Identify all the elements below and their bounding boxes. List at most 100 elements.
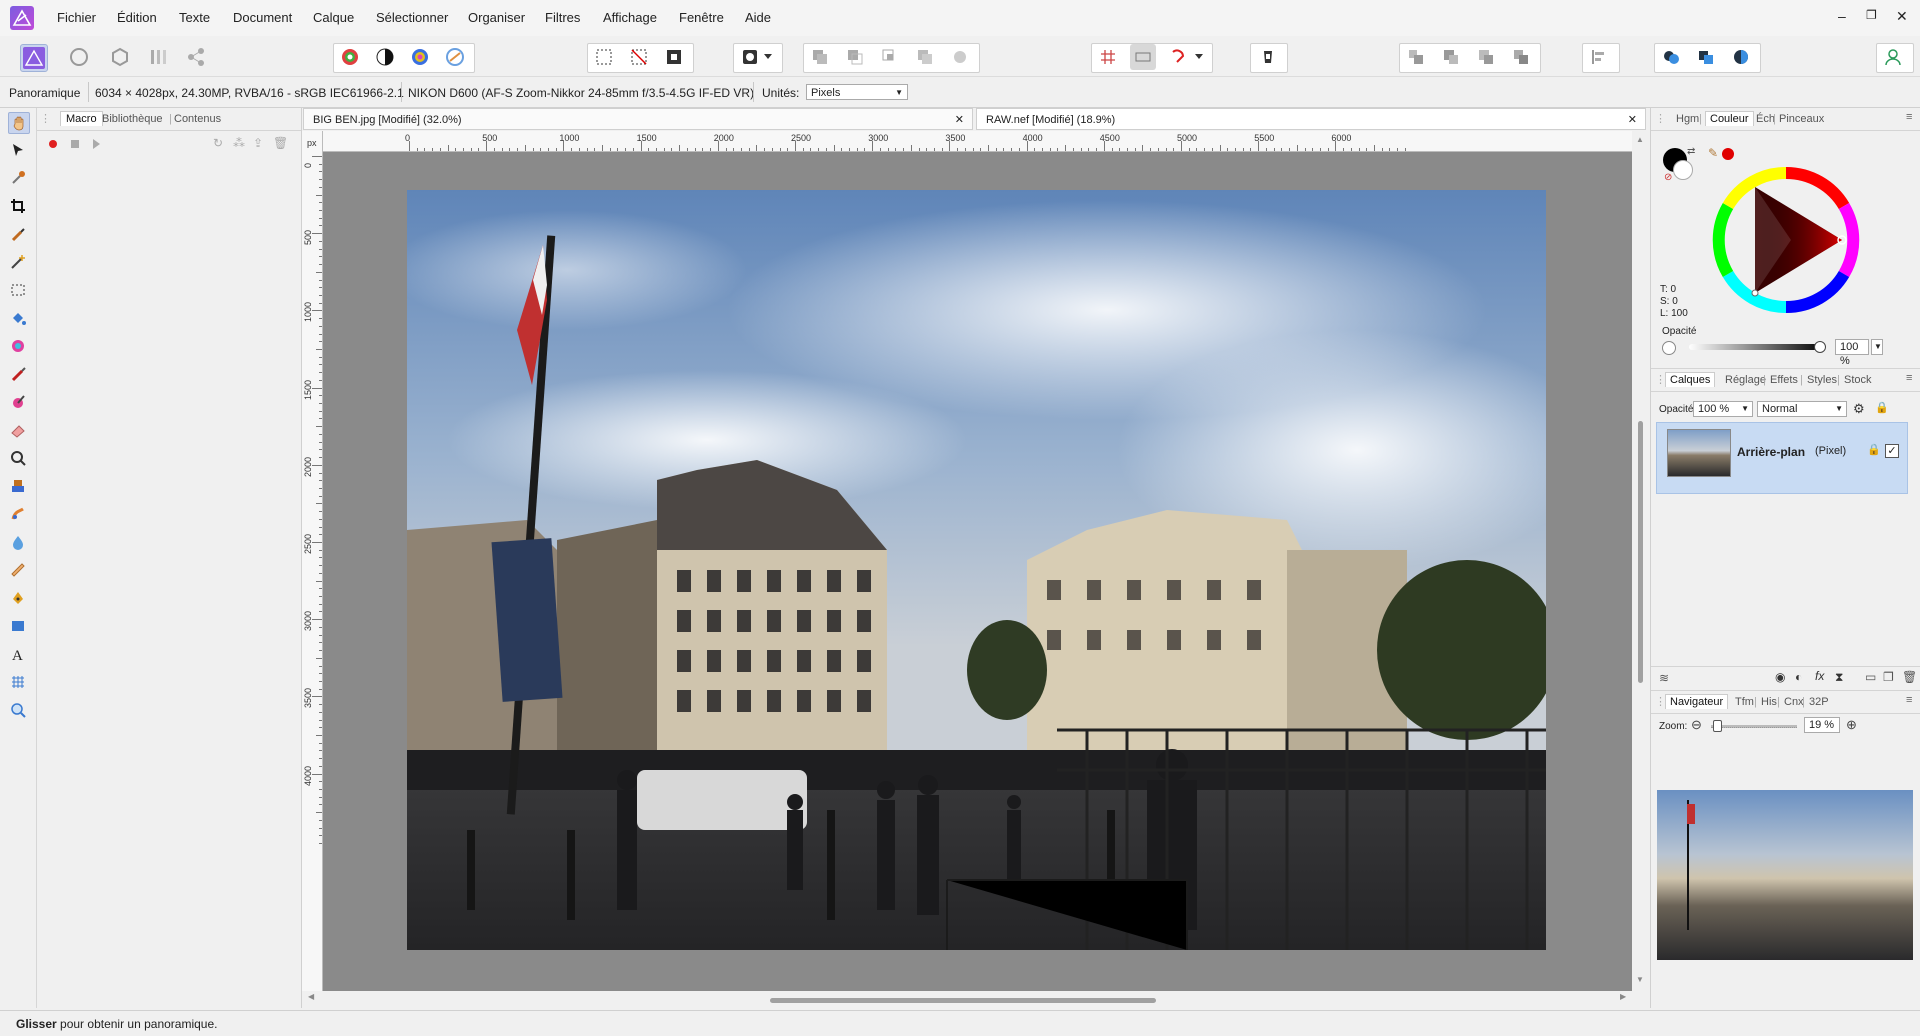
close-tab-icon[interactable]: ✕ [955, 109, 964, 131]
flood-fill-tool-icon[interactable] [8, 308, 28, 328]
zoom-slider[interactable] [1711, 725, 1797, 728]
color-opacity-dropdown[interactable]: ▼ [1871, 339, 1883, 355]
erase-brush-tool-icon[interactable] [8, 420, 28, 440]
menu-fichier[interactable]: Fichier [57, 10, 96, 25]
layer-row[interactable]: Arrière-plan (Pixel) 🔒 ✓ [1656, 422, 1908, 494]
repeat-icon[interactable]: ↻ [213, 136, 223, 150]
picked-color-dot[interactable] [1722, 148, 1734, 160]
gradient-tool-icon[interactable] [8, 336, 28, 356]
scroll-right-icon[interactable]: ▶ [1620, 992, 1626, 1001]
guides-icon[interactable] [1130, 44, 1156, 70]
tab-histogram[interactable]: Hgm [1676, 113, 1699, 125]
xor-selection-icon[interactable] [912, 44, 938, 70]
menu-affichage[interactable]: Affichage [603, 10, 657, 25]
tab-effets[interactable]: Effets [1770, 374, 1798, 386]
menu-filtres[interactable]: Filtres [545, 10, 580, 25]
tab-history[interactable]: His [1761, 696, 1777, 708]
scroll-left-icon[interactable]: ◀ [308, 992, 314, 1001]
panel-menu-icon[interactable]: ≡ [1906, 694, 1912, 706]
mask-layer-icon[interactable]: ◉ [1775, 670, 1785, 684]
selection-brush-tool-icon[interactable] [8, 224, 28, 244]
zoom-out-icon[interactable]: ⊖ [1691, 717, 1702, 733]
document-tab-big-ben[interactable]: BIG BEN.jpg [Modifié] (32.0%) ✕ [303, 108, 973, 130]
tab-bibliotheque[interactable]: Bibliothèque [102, 113, 163, 125]
tab-calques[interactable]: Calques [1665, 372, 1716, 387]
play-macro-icon[interactable] [93, 139, 100, 149]
liquify-persona-icon[interactable] [66, 44, 92, 70]
tab-32bit-preview[interactable]: 32P [1809, 696, 1829, 708]
gear-icon[interactable]: ⚙ [1853, 401, 1865, 417]
delete-macro-icon[interactable]: 🗑 [273, 136, 288, 150]
layers-stack-icon[interactable]: ≋ [1659, 671, 1669, 685]
divide-selection-icon[interactable] [947, 44, 973, 70]
clone-brush-tool-icon[interactable] [8, 476, 28, 496]
geometry-subtract-icon[interactable] [1693, 44, 1719, 70]
photo-street-scene[interactable] [387, 190, 1597, 950]
zoom-slider-handle[interactable] [1713, 720, 1722, 732]
new-group-icon[interactable]: ▭ [1865, 670, 1876, 684]
select-all-icon[interactable] [591, 44, 617, 70]
color-wheel[interactable] [1711, 165, 1861, 318]
deselect-icon[interactable] [626, 44, 652, 70]
tab-couleur[interactable]: Couleur [1705, 111, 1754, 126]
user-account-icon[interactable] [1880, 44, 1906, 70]
menu-organiser[interactable]: Organiser [468, 10, 525, 25]
color-picker-tool-icon[interactable] [8, 168, 28, 188]
color-opacity-field[interactable]: 100 % [1835, 339, 1869, 367]
opacity-slider[interactable] [1689, 344, 1817, 350]
adjustment-layer-icon[interactable]: ◐ [1795, 670, 1802, 684]
live-filter-icon[interactable]: ⧗ [1835, 670, 1843, 685]
close-window-icon[interactable]: ✕ [1896, 8, 1908, 25]
auto-contrast-icon[interactable] [372, 44, 398, 70]
auto-white-balance-icon[interactable] [442, 44, 468, 70]
layer-visibility-checkbox-icon[interactable]: ✓ [1885, 444, 1899, 458]
snapping-dropdown-icon[interactable] [1193, 44, 1205, 70]
add-selection-icon[interactable] [807, 44, 833, 70]
marquee-tool-icon[interactable] [8, 280, 28, 300]
snapping-icon[interactable] [1165, 44, 1191, 70]
mesh-warp-tool-icon[interactable] [8, 672, 28, 692]
dodge-tool-icon[interactable] [8, 448, 28, 468]
color-replace-tool-icon[interactable] [8, 392, 28, 412]
document-canvas[interactable] [323, 152, 1632, 991]
menu-document[interactable]: Document [233, 10, 292, 25]
tab-transform[interactable]: Tfm [1735, 696, 1754, 708]
units-select[interactable]: Pixels ▼ [806, 84, 908, 100]
tab-macro[interactable]: Macro [60, 111, 103, 126]
geometry-intersect-icon[interactable] [1728, 44, 1754, 70]
subtract-selection-icon[interactable] [842, 44, 868, 70]
invert-selection-icon[interactable] [661, 44, 687, 70]
record-macro-icon[interactable] [49, 140, 57, 148]
auto-levels-icon[interactable] [337, 44, 363, 70]
flood-select-tool-icon[interactable] [8, 252, 28, 272]
tab-contenus[interactable]: Contenus [174, 113, 221, 125]
panel-menu-icon[interactable]: ≡ [1906, 372, 1912, 384]
horizontal-scrollbar[interactable]: ◀ ▶ [302, 991, 1642, 1008]
stop-macro-icon[interactable] [71, 140, 79, 148]
layer-lock-icon[interactable]: 🔒 [1867, 443, 1881, 456]
healing-brush-tool-icon[interactable] [8, 560, 28, 580]
horizontal-scroll-thumb[interactable] [770, 998, 1156, 1003]
menu-texte[interactable]: Texte [179, 10, 210, 25]
develop-persona-icon[interactable] [107, 44, 133, 70]
export-macro-icon[interactable]: ⇪ [253, 136, 263, 150]
menu-calque[interactable]: Calque [313, 10, 354, 25]
panel-menu-icon[interactable]: ≡ [1906, 111, 1912, 123]
menu-fenetre[interactable]: Fenêtre [679, 10, 724, 25]
navigator-preview[interactable] [1657, 790, 1913, 960]
secondary-color-swatch[interactable] [1673, 160, 1693, 180]
menu-edition[interactable]: Édition [117, 10, 157, 25]
vertical-scrollbar[interactable]: ▲ ▼ [1632, 131, 1648, 991]
pen-tool-icon[interactable] [8, 588, 28, 608]
opacity-slider-handle[interactable] [1814, 341, 1826, 353]
scroll-down-icon[interactable]: ▼ [1636, 975, 1644, 984]
smudge-tool-icon[interactable] [8, 504, 28, 524]
vertical-scroll-thumb[interactable] [1638, 421, 1643, 683]
intersect-selection-icon[interactable] [877, 44, 903, 70]
maximize-icon[interactable]: ❐ [1866, 8, 1877, 22]
close-tab-icon[interactable]: ✕ [1628, 109, 1637, 131]
menu-selectionner[interactable]: Sélectionner [376, 10, 448, 25]
move-to-front-icon[interactable] [1508, 44, 1534, 70]
rectangle-tool-icon[interactable] [8, 616, 28, 636]
blur-brush-tool-icon[interactable] [8, 532, 28, 552]
